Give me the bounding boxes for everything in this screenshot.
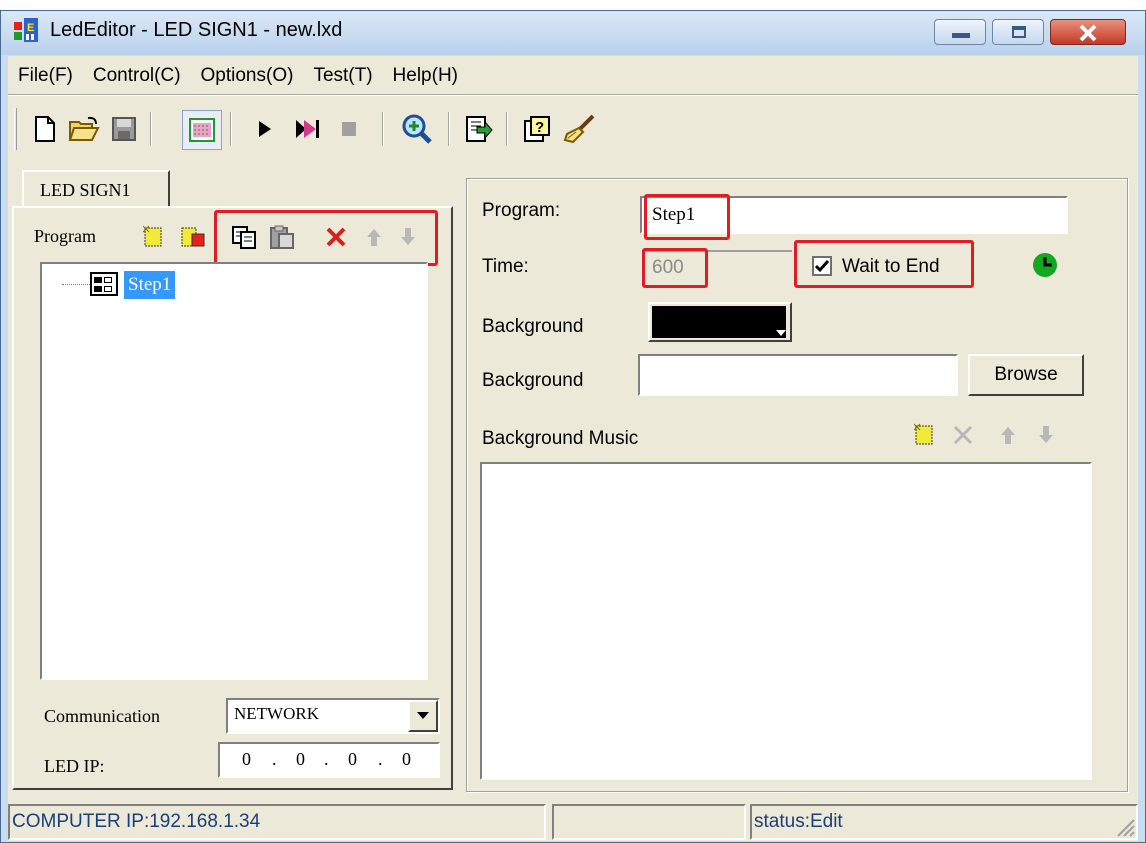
clock-icon[interactable] [1032, 252, 1058, 278]
communication-select[interactable]: NETWORK [226, 698, 440, 734]
dropdown-arrow-icon[interactable] [408, 700, 438, 732]
status-computer-ip-pane: COMPUTER IP:192.168.1.34 [8, 804, 546, 840]
wait-to-end-label[interactable]: Wait to End [842, 256, 940, 278]
communication-label: Communication [44, 706, 160, 726]
resize-grip-icon[interactable] [1114, 816, 1136, 838]
help-icon[interactable]: ? [520, 110, 554, 148]
close-icon [1079, 24, 1097, 42]
move-up-icon[interactable] [360, 222, 388, 252]
color-swatch [652, 306, 786, 338]
maximize-button[interactable] [992, 19, 1044, 45]
delete-music-icon[interactable] [948, 420, 978, 450]
menu-file[interactable]: File(F) [18, 65, 73, 87]
tree-item-step1[interactable]: Step1 [124, 271, 176, 299]
minimize-icon [952, 33, 970, 38]
toolbar-separator [150, 112, 152, 146]
minimize-button[interactable] [934, 19, 986, 45]
browse-button[interactable]: Browse [968, 354, 1084, 396]
delete-icon[interactable] [320, 222, 352, 252]
program-name-label: Program: [482, 200, 561, 221]
ip-dot: . [324, 749, 329, 769]
status-state-pane: status:Edit [750, 804, 1138, 840]
clean-brush-icon[interactable] [560, 110, 600, 148]
window-title: LedEditor - LED SIGN1 - new.lxd [50, 19, 343, 41]
move-down-icon[interactable] [394, 222, 422, 252]
paste-icon[interactable] [266, 222, 298, 252]
toolbar-separator [506, 112, 508, 146]
zoom-in-icon[interactable] [400, 110, 434, 148]
play-icon[interactable] [252, 112, 278, 146]
program-name-value: Step1 [652, 204, 696, 225]
music-down-icon[interactable] [1032, 420, 1060, 450]
background-music-list[interactable] [480, 462, 1092, 780]
menu-bar: File(F) Control(C) Options(O) Test(T) He… [10, 60, 1136, 92]
browse-button-label: Browse [994, 364, 1058, 385]
maximize-icon [1012, 26, 1026, 38]
program-label: Program [34, 226, 96, 246]
status-middle-pane [552, 804, 746, 840]
toolbar-grip [14, 108, 17, 150]
background-image-label: Background [482, 370, 584, 391]
toolbar-separator [230, 112, 232, 146]
export-icon[interactable] [462, 110, 496, 148]
program-tree[interactable]: Step1 [40, 262, 428, 680]
menu-test[interactable]: Test(T) [313, 65, 372, 87]
ip-octet-2: 0 [296, 749, 305, 769]
new-file-icon[interactable] [30, 112, 60, 146]
insert-program-icon[interactable] [178, 222, 208, 252]
tab-led-sign1[interactable]: LED SIGN1 [22, 170, 170, 208]
add-music-icon[interactable] [910, 420, 940, 450]
led-screen-icon[interactable] [182, 110, 222, 150]
time-label: Time: [482, 256, 529, 277]
led-ip-label: LED IP: [44, 756, 105, 776]
tree-connector [62, 284, 90, 285]
program-node-icon [90, 272, 118, 296]
copy-icon[interactable] [228, 222, 260, 252]
menu-help[interactable]: Help(H) [393, 65, 458, 87]
tab-label: LED SIGN1 [40, 179, 131, 200]
add-program-icon[interactable] [140, 222, 168, 252]
ip-octet-4: 0 [402, 749, 411, 769]
background-music-label: Background Music [482, 428, 639, 449]
ip-dot: . [378, 749, 383, 769]
toolbar-separator [382, 112, 384, 146]
wait-to-end-checkbox[interactable] [812, 256, 832, 276]
ip-dot: . [272, 749, 277, 769]
background-image-input[interactable] [638, 354, 958, 396]
time-value: 600 [652, 257, 684, 278]
menu-divider [8, 94, 1138, 96]
menu-control[interactable]: Control(C) [93, 65, 181, 87]
ip-octet-1: 0 [242, 749, 251, 769]
open-folder-icon[interactable] [66, 112, 102, 146]
menu-options[interactable]: Options(O) [201, 65, 294, 87]
toolbar-separator [448, 112, 450, 146]
status-state: status:Edit [754, 811, 843, 832]
status-computer-ip: COMPUTER IP:192.168.1.34 [12, 811, 261, 832]
music-up-icon[interactable] [994, 420, 1022, 450]
communication-value: NETWORK [234, 704, 319, 723]
step-play-icon[interactable] [290, 112, 324, 146]
app-icon: E [14, 18, 40, 44]
svg-text:E: E [27, 22, 34, 34]
chevron-down-icon [776, 330, 786, 336]
save-icon[interactable] [108, 112, 140, 146]
background-color-label: Background [482, 316, 584, 337]
stop-icon[interactable] [334, 112, 364, 146]
ip-octet-3: 0 [348, 749, 357, 769]
led-ip-input[interactable]: 0 . 0 . 0 . 0 [218, 742, 440, 778]
background-color-picker[interactable] [648, 302, 792, 342]
svg-text:?: ? [535, 119, 544, 136]
checkmark-icon [815, 260, 829, 273]
close-button[interactable] [1050, 19, 1126, 45]
